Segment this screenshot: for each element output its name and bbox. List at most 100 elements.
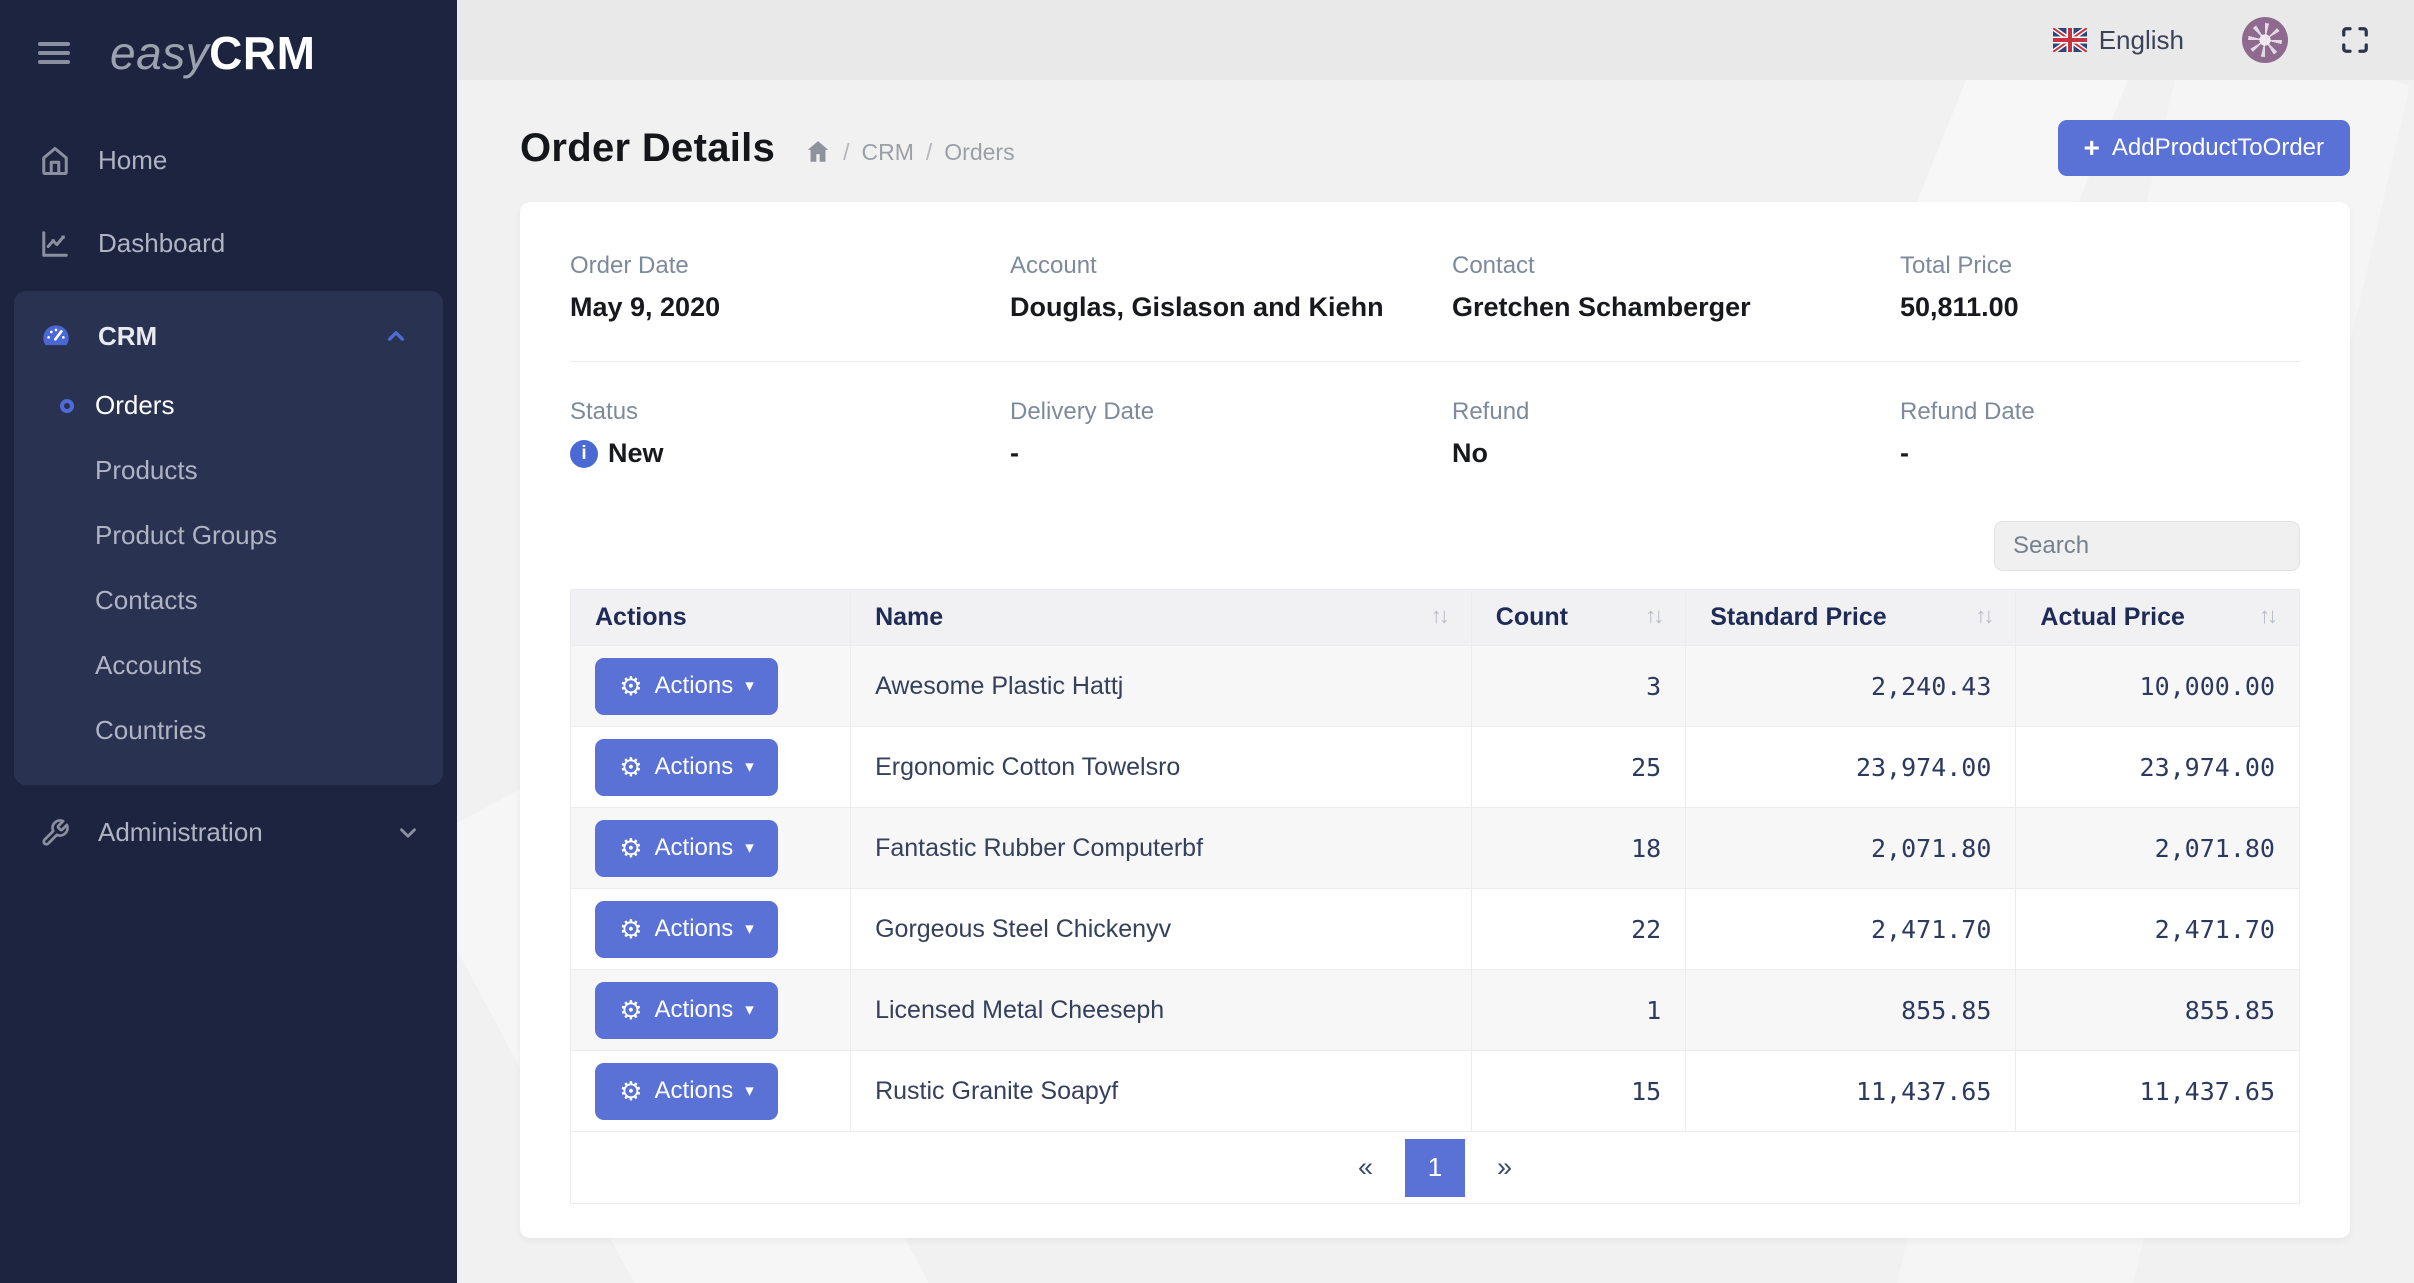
count-cell: 1 [1471,970,1685,1051]
fullscreen-button[interactable] [2340,25,2370,55]
sidebar-item-label: Countries [95,715,206,746]
sidebar-item-countries[interactable]: Countries [14,698,443,763]
plus-icon: + [2084,134,2100,162]
language-selector[interactable]: English [2053,25,2184,56]
row-actions-button[interactable]: ⚙ Actions ▾ [595,901,778,958]
sidebar-item-label: CRM [98,321,157,352]
actual-price-cell: 10,000.00 [2016,646,2300,727]
table-body: ⚙ Actions ▾ Awesome Plastic Hattj 3 2,24… [571,646,2300,1132]
sort-icon[interactable]: ↑↓ [2259,603,2275,629]
field-label: Contact [1452,252,1900,280]
column-header-standard-price[interactable]: Standard Price↑↓ [1686,590,2016,646]
row-actions-button[interactable]: ⚙ Actions ▾ [595,982,778,1039]
sort-icon[interactable]: ↑↓ [1975,603,1991,629]
field-label: Status [570,398,1010,426]
sidebar-item-label: Products [95,455,198,486]
actions-button-label: Actions [655,996,734,1024]
caret-down-icon: ▾ [745,838,754,858]
field-value: i New [570,438,1010,469]
caret-down-icon: ▾ [745,919,754,939]
actual-price-cell: 855.85 [2016,970,2300,1051]
row-actions-button[interactable]: ⚙ Actions ▾ [595,820,778,877]
brand-easy: easy [110,27,209,79]
info-icon[interactable]: i [570,440,598,468]
pagination-prev-button[interactable]: « [1336,1152,1395,1183]
product-name-cell: Awesome Plastic Hattj [851,646,1472,727]
page-content: Order Details / CRM / Orders + AddProduc… [457,80,2414,1238]
row-actions-button[interactable]: ⚙ Actions ▾ [595,739,778,796]
add-product-to-order-button[interactable]: + AddProductToOrder [2058,120,2350,176]
standard-price-cell: 2,471.70 [1686,889,2016,970]
actions-button-label: Actions [655,1077,734,1105]
actions-button-label: Actions [655,834,734,862]
products-table: Actions Name↑↓ Count↑↓ Standard Price↑↓ … [570,589,2300,1204]
sidebar-item-accounts[interactable]: Accounts [14,633,443,698]
hamburger-menu-icon[interactable] [38,42,70,64]
sidebar-item-contacts[interactable]: Contacts [14,568,443,633]
sidebar-item-products[interactable]: Products [14,438,443,503]
field-value: No [1452,438,1900,469]
actions-cell: ⚙ Actions ▾ [571,646,851,727]
refund-date-field: Refund Date - [1900,398,2300,469]
field-label: Refund [1452,398,1900,426]
field-label: Delivery Date [1010,398,1452,426]
breadcrumb-crm[interactable]: CRM [862,139,914,166]
status-field: Status i New [570,398,1010,469]
column-header-actual-price[interactable]: Actual Price↑↓ [2016,590,2300,646]
field-label: Account [1010,252,1452,280]
delivery-date-field: Delivery Date - [1010,398,1452,469]
breadcrumb-separator: / [843,139,849,166]
page-header: Order Details / CRM / Orders + AddProduc… [520,120,2350,176]
sidebar-item-dashboard[interactable]: Dashboard [0,202,457,285]
gear-icon: ⚙ [619,673,642,699]
home-icon [40,146,70,176]
actual-price-cell: 11,437.65 [2016,1051,2300,1132]
breadcrumb-home-icon[interactable] [805,139,831,165]
user-avatar[interactable] [2242,17,2288,63]
row-actions-button[interactable]: ⚙ Actions ▾ [595,658,778,715]
account-field: Account Douglas, Gislason and Kiehn [1010,252,1452,323]
field-label: Total Price [1900,252,2300,280]
fullscreen-icon [2340,25,2370,55]
sidebar-nav: Home Dashboard CRM Orders Products [0,105,457,874]
field-value: - [1900,438,2300,469]
search-row [570,521,2300,571]
order-date-field: Order Date May 9, 2020 [570,252,1010,323]
uk-flag-icon [2053,28,2087,52]
column-header-name[interactable]: Name↑↓ [851,590,1472,646]
search-input[interactable] [1994,521,2300,571]
actions-button-label: Actions [655,915,734,943]
row-actions-button[interactable]: ⚙ Actions ▾ [595,1063,778,1120]
sidebar-crm-group: CRM Orders Products Product Groups Conta… [14,291,443,785]
table-row: ⚙ Actions ▾ Awesome Plastic Hattj 3 2,24… [571,646,2300,727]
brand-logo[interactable]: easyCRM [110,26,315,80]
actions-cell: ⚙ Actions ▾ [571,889,851,970]
wrench-icon [40,818,70,848]
gear-icon: ⚙ [619,997,642,1023]
sidebar-item-orders[interactable]: Orders [14,373,443,438]
gauge-icon [40,320,72,352]
pagination-page-1[interactable]: 1 [1405,1139,1465,1197]
sort-icon[interactable]: ↑↓ [1645,603,1661,629]
column-header-count[interactable]: Count↑↓ [1471,590,1685,646]
gear-icon: ⚙ [619,916,642,942]
sidebar-item-crm[interactable]: CRM [14,299,443,373]
actual-price-cell: 23,974.00 [2016,727,2300,808]
sidebar: easyCRM Home Dashboard CRM Ord [0,0,457,1283]
table-row: ⚙ Actions ▾ Fantastic Rubber Computerbf … [571,808,2300,889]
sidebar-item-label: Contacts [95,585,198,616]
sidebar-item-label: Dashboard [98,228,225,259]
order-info-row-1: Order Date May 9, 2020 Account Douglas, … [570,252,2300,323]
breadcrumb-orders[interactable]: Orders [944,139,1014,166]
count-cell: 25 [1471,727,1685,808]
status-value: New [608,438,664,469]
sort-icon[interactable]: ↑↓ [1431,603,1447,629]
field-value: Douglas, Gislason and Kiehn [1010,292,1452,323]
sidebar-item-home[interactable]: Home [0,119,457,202]
pagination-next-button[interactable]: » [1475,1152,1534,1183]
main-area: English Order Details / CRM / Orders + [457,0,2414,1283]
sidebar-item-administration[interactable]: Administration [0,791,457,874]
app-root: easyCRM Home Dashboard CRM Ord [0,0,2414,1283]
caret-down-icon: ▾ [745,1081,754,1101]
sidebar-item-product-groups[interactable]: Product Groups [14,503,443,568]
